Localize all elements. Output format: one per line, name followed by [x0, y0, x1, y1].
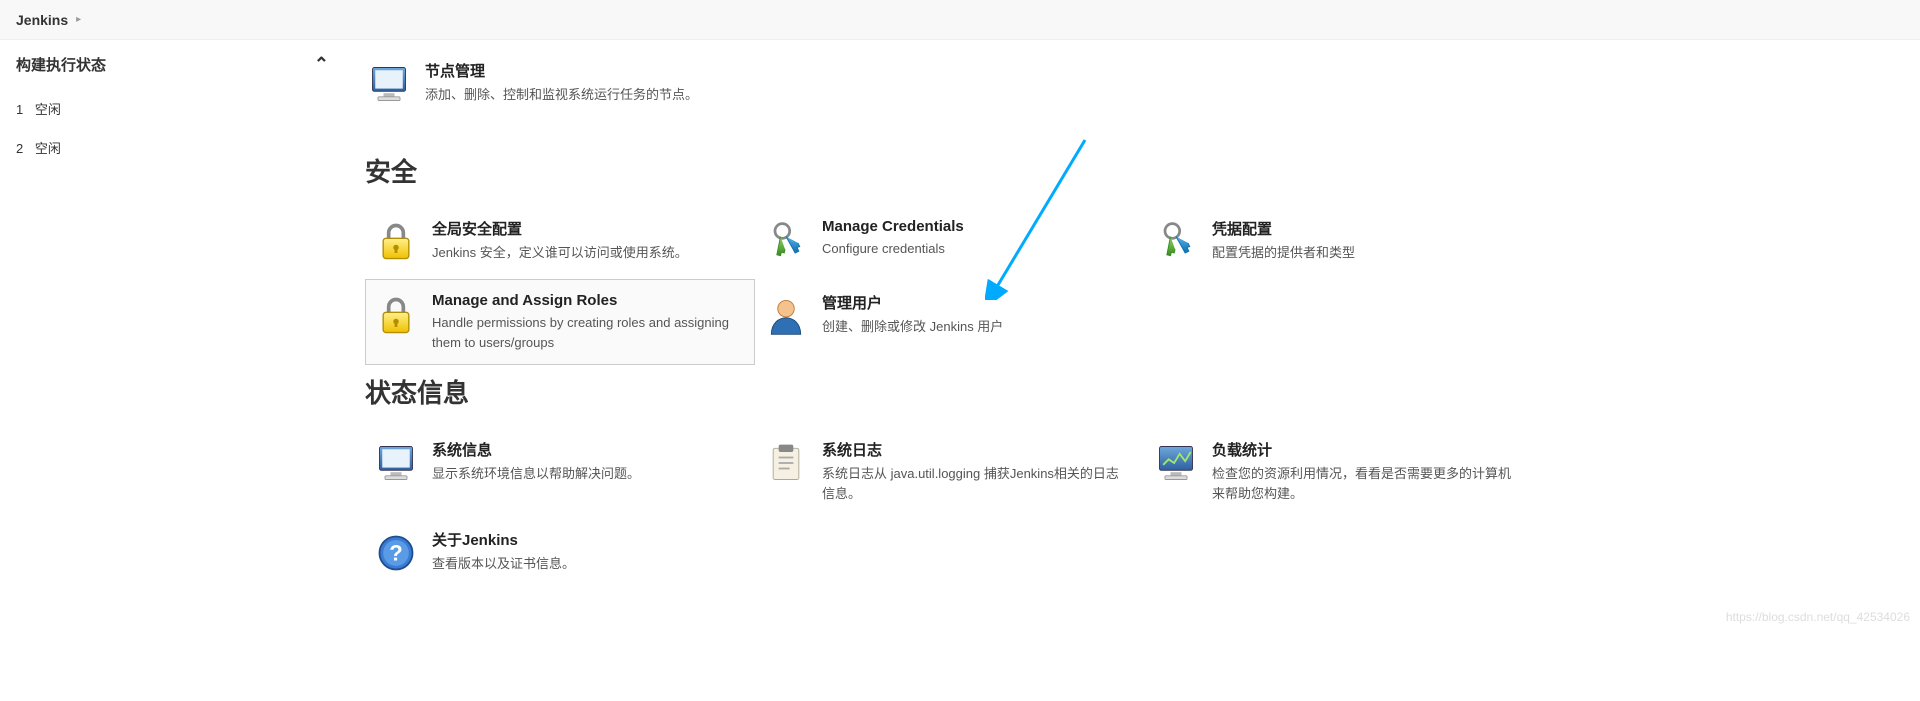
tile-desc: 显示系统环境信息以帮助解决问题。: [432, 464, 640, 484]
executor-number: 1: [16, 102, 23, 117]
tile-credential-config[interactable]: 凭据配置 配置凭据的提供者和类型: [1145, 205, 1535, 279]
breadcrumb: Jenkins ▸: [0, 0, 1920, 40]
status-grid: 系统信息 显示系统环境信息以帮助解决问题。 系统日志 系统日志从 java.ut…: [365, 426, 1880, 590]
executor-number: 2: [16, 141, 23, 156]
security-grid: 全局安全配置 Jenkins 安全，定义谁可以访问或使用系统。 Manage C…: [365, 205, 1880, 365]
build-executor-title: 构建执行状态: [16, 54, 106, 75]
monitor-icon: [372, 439, 420, 487]
tile-desc: 配置凭据的提供者和类型: [1212, 243, 1355, 263]
tile-title: 管理用户: [822, 292, 1003, 313]
tile-manage-credentials[interactable]: Manage Credentials Configure credentials: [755, 205, 1145, 279]
tile-title: 关于Jenkins: [432, 529, 575, 550]
tile-title: 系统信息: [432, 439, 640, 460]
clipboard-icon: [762, 439, 810, 487]
tile-desc: Jenkins 安全，定义谁可以访问或使用系统。: [432, 243, 688, 263]
tile-load-stats[interactable]: 负载统计 检查您的资源利用情况，看看是否需要更多的计算机来帮助您构建。: [1145, 426, 1535, 516]
help-icon: [372, 529, 420, 577]
tile-title: 负载统计: [1212, 439, 1518, 460]
build-executor-status-header[interactable]: 构建执行状态 ⌃: [0, 40, 345, 89]
tile-global-security[interactable]: 全局安全配置 Jenkins 安全，定义谁可以访问或使用系统。: [365, 205, 755, 279]
watermark: https://blog.csdn.net/qq_42534026: [1726, 610, 1910, 624]
tile-title: 凭据配置: [1212, 218, 1355, 239]
monitor-icon: [365, 60, 413, 108]
executor-row[interactable]: 2 空闲: [0, 128, 345, 167]
tile-node-management[interactable]: 节点管理 添加、删除、控制和监视系统运行任务的节点。: [365, 48, 1880, 120]
section-status-title: 状态信息: [365, 373, 1880, 410]
section-security-title: 安全: [365, 152, 1880, 189]
executor-row[interactable]: 1 空闲: [0, 89, 345, 128]
tile-about-jenkins[interactable]: 关于Jenkins 查看版本以及证书信息。: [365, 516, 755, 590]
tile-manage-users[interactable]: 管理用户 创建、删除或修改 Jenkins 用户: [755, 279, 1145, 365]
breadcrumb-jenkins[interactable]: Jenkins: [16, 12, 68, 28]
tile-title: 节点管理: [425, 60, 698, 81]
main-content: 节点管理 添加、删除、控制和监视系统运行任务的节点。 安全 全局安全配置 Jen…: [345, 40, 1920, 630]
tile-title: Manage and Assign Roles: [432, 292, 738, 309]
tile-desc: 创建、删除或修改 Jenkins 用户: [822, 317, 1003, 337]
tile-title: 全局安全配置: [432, 218, 688, 239]
breadcrumb-separator: ▸: [76, 14, 81, 25]
chevron-up-icon: ⌃: [314, 54, 329, 75]
tile-system-info[interactable]: 系统信息 显示系统环境信息以帮助解决问题。: [365, 426, 755, 516]
tile-desc: 添加、删除、控制和监视系统运行任务的节点。: [425, 85, 698, 105]
user-icon: [762, 292, 810, 340]
chart-icon: [1152, 439, 1200, 487]
tile-desc: 检查您的资源利用情况，看看是否需要更多的计算机来帮助您构建。: [1212, 464, 1518, 503]
keys-icon: [1152, 218, 1200, 266]
tile-title: 系统日志: [822, 439, 1128, 460]
tile-desc: 查看版本以及证书信息。: [432, 554, 575, 574]
lock-icon: [372, 218, 420, 266]
executor-status: 空闲: [35, 141, 61, 156]
keys-icon: [762, 218, 810, 266]
tile-system-log[interactable]: 系统日志 系统日志从 java.util.logging 捕获Jenkins相关…: [755, 426, 1145, 516]
tile-desc: Configure credentials: [822, 239, 964, 259]
tile-desc: 系统日志从 java.util.logging 捕获Jenkins相关的日志信息…: [822, 464, 1128, 503]
sidebar: 构建执行状态 ⌃ 1 空闲 2 空闲: [0, 40, 345, 630]
tile-title: Manage Credentials: [822, 218, 964, 235]
lock-icon: [372, 292, 420, 340]
tile-manage-roles[interactable]: Manage and Assign Roles Handle permissio…: [365, 279, 755, 365]
tile-desc: Handle permissions by creating roles and…: [432, 313, 738, 352]
executor-status: 空闲: [35, 102, 61, 117]
